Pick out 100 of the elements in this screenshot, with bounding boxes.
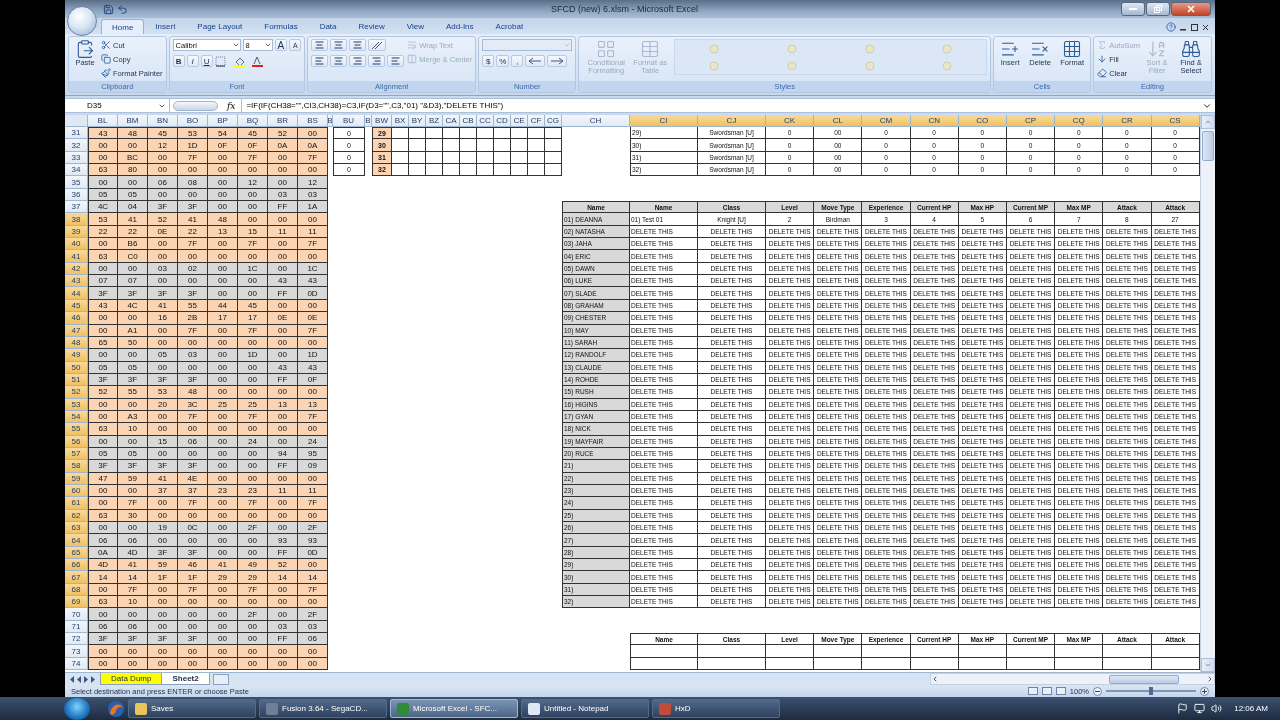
decimal-button[interactable] [525, 55, 546, 67]
formula-bar-handle[interactable] [173, 100, 218, 111]
row-header[interactable]: 43 [65, 275, 88, 288]
normal-view-icon[interactable] [1027, 687, 1038, 695]
taskbar-button[interactable]: HxD [652, 699, 780, 718]
row-header[interactable]: 34 [65, 164, 88, 177]
row-header[interactable]: 67 [65, 571, 88, 584]
column-header[interactable]: BQ [238, 115, 268, 127]
grow-font-button[interactable]: A [274, 39, 288, 51]
zoom-out-icon[interactable] [1093, 686, 1102, 696]
maximize-button[interactable] [1146, 2, 1170, 16]
row-header[interactable]: 69 [65, 596, 88, 609]
row-header[interactable]: 35 [65, 176, 88, 189]
font-color-icon[interactable] [250, 55, 265, 67]
row-header[interactable]: 37 [65, 201, 88, 214]
row-header[interactable]: 49 [65, 349, 88, 362]
ribbon-tab[interactable]: Page Layout [186, 19, 254, 34]
column-header[interactable]: CJ [698, 115, 766, 127]
column-header[interactable]: CG [545, 115, 562, 127]
column-header[interactable]: BM [118, 115, 148, 127]
column-header[interactable]: CL [814, 115, 863, 127]
ribbon-tab[interactable]: Add-Ins [435, 19, 485, 34]
column-header[interactable]: CN [910, 115, 959, 127]
row-header[interactable]: 61 [65, 497, 88, 510]
column-header[interactable]: CR [1103, 115, 1152, 127]
vertical-scrollbar[interactable] [1200, 115, 1215, 672]
column-header[interactable]: BZ [426, 115, 443, 127]
fill-color-icon[interactable] [232, 55, 249, 67]
column-header[interactable]: BN [148, 115, 178, 127]
save-icon[interactable] [101, 2, 115, 16]
column-header[interactable]: BY [409, 115, 426, 127]
orientation-button[interactable] [368, 39, 387, 51]
currency-button[interactable]: $ [482, 55, 495, 67]
row-header[interactable]: 38 [65, 213, 88, 226]
undo-icon[interactable] [115, 2, 129, 16]
browser-icon[interactable] [107, 699, 125, 718]
row-header[interactable]: 44 [65, 287, 88, 300]
horizontal-scrollbar[interactable] [930, 673, 1215, 685]
row-header[interactable]: 32 [65, 139, 88, 152]
column-header[interactable]: BS [298, 115, 328, 127]
column-header[interactable]: CF [528, 115, 545, 127]
column-header[interactable]: CP [1006, 115, 1056, 127]
comma-button[interactable]: , [511, 55, 524, 67]
network-icon[interactable] [1194, 703, 1206, 714]
ribbon-tab[interactable]: Acrobat [484, 19, 535, 34]
percent-button[interactable]: % [496, 55, 510, 67]
column-header[interactable]: BR [268, 115, 298, 127]
column-header[interactable]: CQ [1055, 115, 1104, 127]
volume-icon[interactable] [1211, 703, 1223, 714]
minimize-button[interactable] [1121, 2, 1145, 16]
column-header[interactable]: CM [862, 115, 911, 127]
formula-field[interactable]: =IF(IF(CH38="",CI3,CH38)=C3,IF(D3="",C3,"01) "&D3),"DELETE THIS") [241, 99, 1202, 112]
start-button[interactable] [64, 697, 90, 720]
column-header[interactable]: BO [178, 115, 208, 127]
column-header[interactable]: BW [372, 115, 392, 127]
slider-thumb[interactable] [1149, 687, 1153, 695]
scroll-thumb[interactable] [1202, 131, 1214, 161]
row-header[interactable]: 55 [65, 423, 88, 436]
column-header[interactable]: CS [1151, 115, 1200, 127]
row-header[interactable]: 72 [65, 633, 88, 646]
column-header[interactable]: BU [333, 115, 365, 127]
column-header[interactable]: CB [460, 115, 477, 127]
page-layout-icon[interactable] [1041, 687, 1052, 695]
row-header[interactable]: 73 [65, 645, 88, 658]
column-header[interactable]: BP [208, 115, 238, 127]
flag-icon[interactable] [1177, 703, 1189, 714]
row-header[interactable]: 58 [65, 460, 88, 473]
close-button[interactable] [1171, 2, 1211, 16]
ribbon-tab[interactable]: Home [101, 19, 145, 34]
row-header[interactable]: 64 [65, 534, 88, 547]
sheet-tab[interactable]: Sheet2 [161, 673, 210, 685]
ribbon-tab[interactable]: Insert [144, 19, 187, 34]
column-header[interactable]: BX [392, 115, 409, 127]
bold-button[interactable]: B [172, 55, 185, 67]
page-break-icon[interactable] [1055, 687, 1066, 695]
column-header[interactable]: CH [562, 115, 630, 127]
taskbar-button[interactable]: Microsoft Excel - SFC... [390, 699, 518, 718]
ribbon-tab[interactable]: View [395, 19, 435, 34]
taskbar-button[interactable]: Fusion 3.64 - SegaCD... [259, 699, 387, 718]
column-header[interactable]: CC [477, 115, 494, 127]
office-button[interactable] [67, 6, 97, 36]
ribbon-tab[interactable]: Review [347, 19, 396, 34]
column-header[interactable]: CI [630, 115, 698, 127]
decimal-button[interactable] [547, 55, 568, 67]
row-header[interactable]: 46 [65, 312, 88, 325]
ribbon-tab[interactable]: Formulas [253, 19, 309, 34]
zoom-in-icon[interactable] [1200, 686, 1209, 696]
column-header[interactable]: BL [88, 115, 118, 127]
column-header[interactable]: CK [766, 115, 815, 127]
row-header[interactable]: 41 [65, 250, 88, 263]
italic-button[interactable]: I [186, 55, 199, 67]
sheet-tab[interactable]: Data Dump [100, 673, 163, 685]
scroll-thumb[interactable] [1109, 674, 1179, 684]
number-format-field[interactable] [482, 39, 573, 51]
insert-function-button[interactable]: fx [221, 100, 242, 111]
column-header[interactable]: CA [443, 115, 460, 127]
column-header[interactable]: CE [511, 115, 528, 127]
row-header[interactable]: 40 [65, 238, 88, 251]
new-sheet-tab[interactable] [212, 673, 229, 685]
row-header[interactable]: 31 [65, 127, 88, 140]
